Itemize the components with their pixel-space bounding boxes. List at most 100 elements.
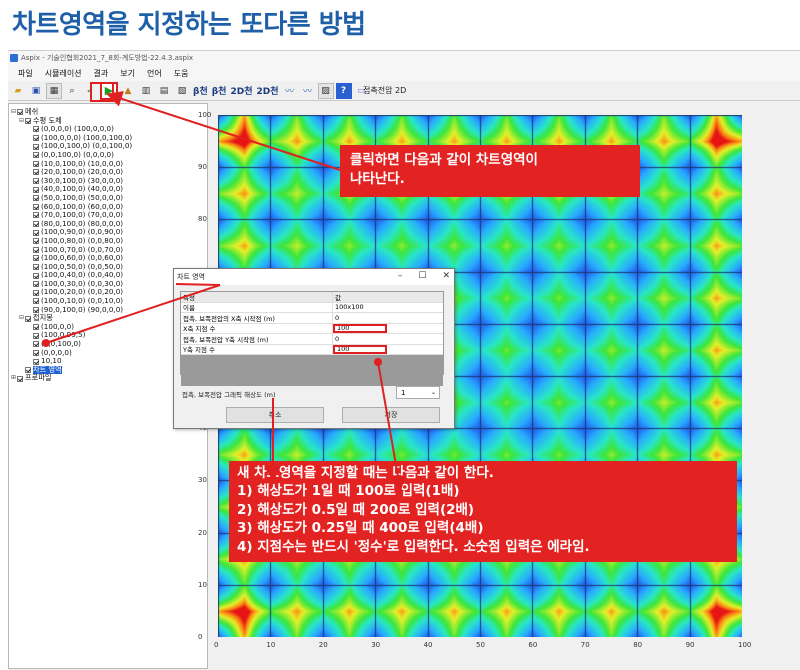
y-tick-label: 30 [198,476,207,485]
checkbox-icon[interactable] [33,203,39,210]
checkbox-icon[interactable] [33,212,39,219]
grid-row-x-points: X축 지점 수 100 [181,323,443,334]
grid-header-value: 값 [335,293,341,302]
checkbox-icon[interactable] [33,306,39,313]
help-icon[interactable]: ? [335,82,352,99]
checkbox-icon[interactable] [33,178,39,185]
step-2d-button[interactable]: 2D천 [229,83,253,99]
checkbox-icon[interactable] [33,324,39,331]
checkbox-icon[interactable] [17,109,23,116]
resolution-select[interactable]: 1 ⌄ [396,386,440,399]
x-tick-label: 50 [476,641,485,649]
y-tick-label: 90 [198,163,207,172]
open-folder-icon[interactable]: ▰ [10,83,26,99]
checkbox-icon[interactable] [33,358,39,365]
checkbox-icon[interactable] [17,375,23,382]
line-chart-icon[interactable]: 〰 [282,83,298,99]
x-tick-label: 0 [214,641,219,649]
grid-row-label: 접촉, 보폭전압 Y축 시작점 (m) [181,334,333,344]
checkbox-icon[interactable] [33,341,39,348]
checkbox-icon[interactable] [25,367,31,374]
checkbox-icon[interactable] [33,135,39,142]
x-points-field[interactable]: 100 [333,323,387,333]
x-tick-label: 70 [580,641,590,649]
cancel-button[interactable]: 취소 [226,407,324,423]
x-tick-label: 60 [528,641,538,649]
x-tick-label: 90 [685,641,695,649]
checkbox-icon[interactable] [33,332,39,339]
property-grid: 특성 값 이름 100x100 접촉, 보폭전압의 X축 시작점 (m) 0 X… [180,291,444,386]
grid-header: 특성 값 [181,292,443,303]
document-icon[interactable]: ▤ [156,83,172,99]
play-highlight-box [90,82,114,102]
dialog-title: 차트 영역 [177,273,205,281]
grid-row-name: 이름 100x100 [181,302,443,313]
page-heading: 차트영역을 지정하는 또다른 방법 [12,10,366,40]
touch-voltage-button[interactable]: β천 [211,83,228,99]
save-icon[interactable]: ▣ [28,83,44,99]
resolution-label: 접촉, 보폭전압 그래픽 해상도 (m) [182,391,276,399]
menu-language[interactable]: 언어 [147,68,162,79]
x-tick-label: 40 [423,641,433,649]
checkbox-icon[interactable] [33,229,39,236]
callout-top-line: 클릭하면 다음과 같이 차트영역이 [350,152,538,168]
checkbox-icon[interactable] [33,169,39,176]
checkbox-icon[interactable] [25,117,31,124]
touch-2d-button[interactable]: 2D천 [255,83,279,99]
close-icon[interactable]: ✕ [442,271,450,281]
step-voltage-button[interactable]: β천 [192,83,209,99]
menu-bar: 파일 시뮬레이션 결과 보기 언어 도움 [8,65,800,81]
y-tick-label: 0 [198,633,203,641]
checkbox-icon[interactable] [33,272,39,279]
x-tick-label: 100 [738,641,752,649]
save-button[interactable]: 저장 [342,407,440,423]
y-points-field[interactable]: 100 [333,344,387,354]
callout-bottom: 새 차트영역을 지정할 때는 다음과 같이 한다. 1) 해상도가 1일 때 1… [229,461,737,562]
callout-bottom-line: 3) 해상도가 0.25일 때 400로 입력(4배) [237,520,484,537]
y-start-field[interactable]: 0 [333,334,443,344]
menu-file[interactable]: 파일 [18,68,33,79]
x-tick-label: 10 [266,641,276,649]
x-start-field[interactable]: 0 [333,313,443,323]
checkbox-icon[interactable] [33,263,39,270]
callout-top: 클릭하면 다음과 같이 차트영역이 나타난다. [340,145,640,197]
chart-area-dialog: 차트 영역 – ☐ ✕ 특성 값 이름 100x100 접촉, 보폭전압의 X축… [173,268,455,429]
minimize-icon[interactable]: – [398,271,403,281]
checkbox-icon[interactable] [33,152,39,159]
checkbox-icon[interactable] [33,186,39,193]
window-titlebar: Aspix - 기술인협회2021_7_8회-계도방법-22.4.3.aspix [8,51,800,65]
checkbox-icon[interactable] [25,315,31,322]
grid-empty-area [181,355,443,386]
checkbox-icon[interactable] [33,246,39,253]
menu-result[interactable]: 결과 [94,68,109,79]
y-tick-label: 100 [198,111,212,119]
checkbox-icon[interactable] [33,160,39,167]
grid-row-label: X축 지점 수 [181,323,333,333]
menu-view[interactable]: 보기 [120,68,135,79]
name-field[interactable]: 100x100 [333,303,443,313]
checkbox-icon[interactable] [33,255,39,262]
chart-icon[interactable]: ▦ [46,82,62,99]
zoom-icon[interactable]: ⌕ [64,83,80,99]
checkbox-icon[interactable] [33,126,39,133]
checkbox-icon[interactable] [33,143,39,150]
checkbox-icon[interactable] [33,238,39,245]
line-chart-2-icon[interactable]: 〰 [300,83,316,99]
checkbox-icon[interactable] [33,195,39,202]
checkbox-icon[interactable] [33,281,39,288]
table-icon[interactable]: ▥ [138,83,154,99]
checkbox-icon[interactable] [33,298,39,305]
maximize-icon[interactable]: ☐ [418,271,426,281]
menu-help[interactable]: 도움 [174,68,189,79]
chevron-down-icon: ⌄ [430,389,436,396]
graph-icon[interactable]: ▲ [120,83,136,99]
image-icon[interactable]: ▨ [317,82,334,99]
grid-row-y-start: 접촉, 보폭전압 Y축 시작점 (m) 0 [181,334,443,345]
resolution-value: 1 [401,388,406,397]
checkbox-icon[interactable] [33,221,39,228]
checkbox-icon[interactable] [33,349,39,356]
menu-simulation[interactable]: 시뮬레이션 [45,68,82,79]
x-tick-label: 80 [633,641,643,649]
list-icon[interactable]: ▧ [174,83,190,99]
checkbox-icon[interactable] [33,289,39,296]
